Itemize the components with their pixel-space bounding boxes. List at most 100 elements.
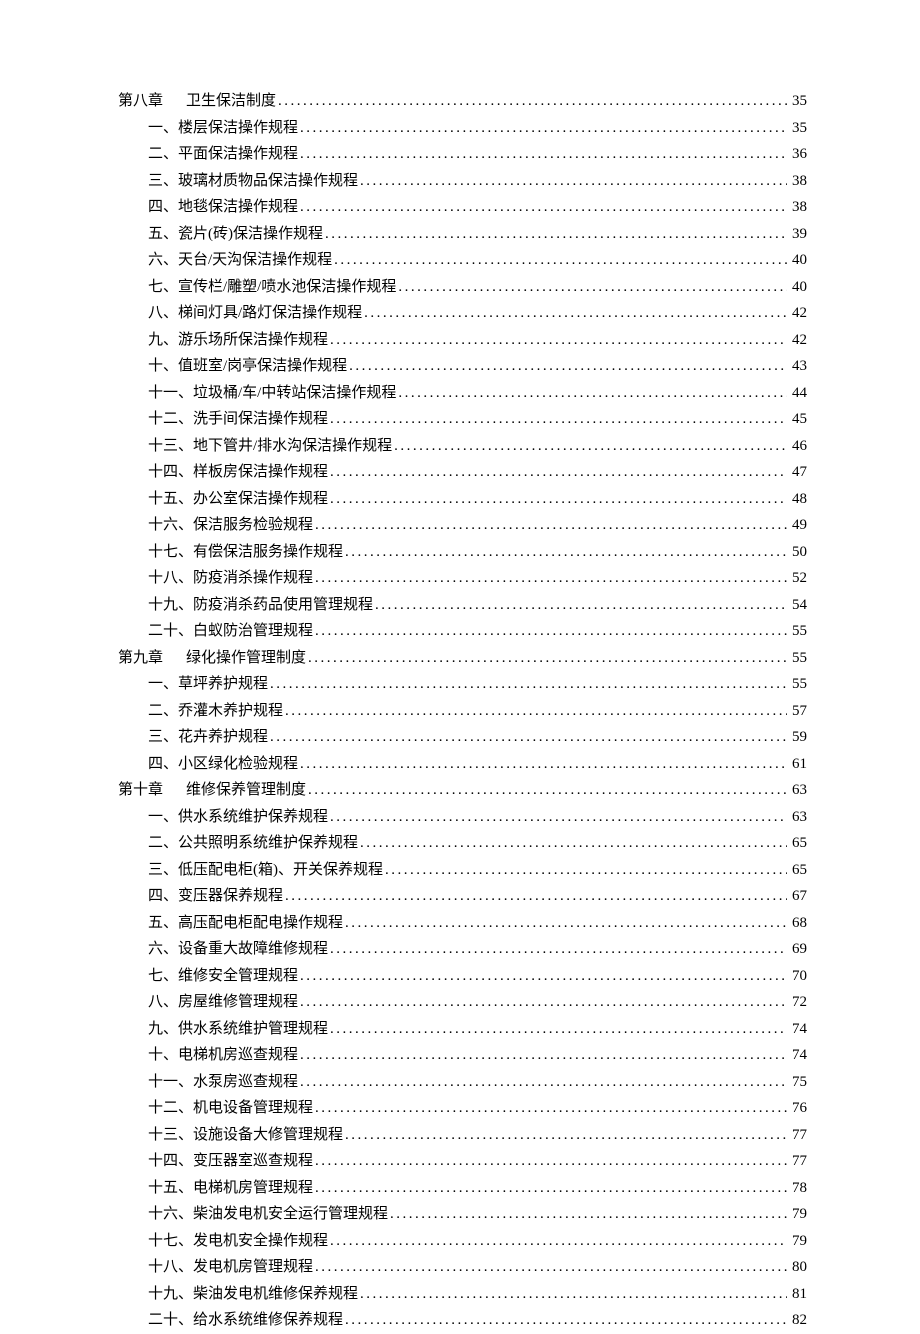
toc-entry-text: 六、天台/天沟保洁操作规程	[148, 247, 332, 274]
page-number: 48	[787, 486, 807, 513]
toc-entry-text: 十、值班室/岗亭保洁操作规程	[148, 353, 347, 380]
toc-sub-entry: 十七、有偿保洁服务操作规程50	[118, 539, 807, 566]
page-number: 46	[787, 433, 807, 460]
leader-dots	[343, 539, 787, 566]
page-number: 65	[787, 857, 807, 884]
leader-dots	[343, 1307, 787, 1334]
toc-entry-text: 十四、变压器室巡查规程	[148, 1148, 313, 1175]
toc-chapter-text: 第九章绿化操作管理制度	[118, 645, 306, 672]
toc-chapter-text: 第八章卫生保洁制度	[118, 88, 276, 115]
toc-sub-entry: 一、草坪养护规程55	[118, 671, 807, 698]
toc-entry-text: 十七、发电机安全操作规程	[148, 1228, 328, 1255]
leader-dots	[347, 353, 787, 380]
toc-chapter-entry: 第九章绿化操作管理制度55	[118, 645, 807, 672]
toc-sub-entry: 九、供水系统维护管理规程74	[118, 1016, 807, 1043]
toc-sub-entry: 一、供水系统维护保养规程 63	[118, 804, 807, 831]
leader-dots	[298, 751, 787, 778]
page-number: 42	[787, 300, 807, 327]
toc-sub-entry: 八、梯间灯具/路灯保洁操作规程42	[118, 300, 807, 327]
leader-dots	[283, 883, 787, 910]
toc-sub-entry: 二十、白蚁防治管理规程55	[118, 618, 807, 645]
chapter-title: 绿化操作管理制度	[186, 650, 306, 666]
toc-entry-text: 十六、柴油发电机安全运行管理规程	[148, 1201, 388, 1228]
toc-sub-entry: 十一、垃圾桶/车/中转站保洁操作规程44	[118, 380, 807, 407]
toc-sub-entry: 六、设备重大故障维修规程69	[118, 936, 807, 963]
toc-sub-entry: 十七、发电机安全操作规程79	[118, 1228, 807, 1255]
page-number: 61	[787, 751, 807, 778]
page-number: 67	[787, 883, 807, 910]
leader-dots	[268, 724, 787, 751]
toc-sub-entry: 十九、防疫消杀药品使用管理规程54	[118, 592, 807, 619]
leader-dots	[306, 645, 787, 672]
toc-entry-text: 一、楼层保洁操作规程	[148, 115, 298, 142]
leader-dots	[306, 777, 787, 804]
leader-dots	[298, 141, 787, 168]
leader-dots	[313, 565, 787, 592]
leader-dots	[298, 1069, 787, 1096]
toc-entry-text: 二十、白蚁防治管理规程	[148, 618, 313, 645]
toc-sub-entry: 十四、样板房保洁操作规程 47	[118, 459, 807, 486]
page-number: 35	[787, 115, 807, 142]
page-number: 77	[787, 1148, 807, 1175]
page-number: 63	[787, 804, 807, 831]
toc-entry-text: 十八、防疫消杀操作规程	[148, 565, 313, 592]
toc-entry-text: 六、设备重大故障维修规程	[148, 936, 328, 963]
page-number: 45	[787, 406, 807, 433]
leader-dots	[283, 698, 787, 725]
page-number: 55	[787, 671, 807, 698]
page-number: 36	[787, 141, 807, 168]
toc-entry-text: 四、变压器保养规程	[148, 883, 283, 910]
toc-entry-text: 十八、发电机房管理规程	[148, 1254, 313, 1281]
toc-entry-text: 十三、地下管井/排水沟保洁操作规程	[148, 433, 392, 460]
toc-sub-entry: 十、值班室/岗亭保洁操作规程 43	[118, 353, 807, 380]
toc-sub-entry: 十、电梯机房巡查规程74	[118, 1042, 807, 1069]
toc-sub-entry: 二、乔灌木养护规程57	[118, 698, 807, 725]
leader-dots	[313, 1095, 787, 1122]
toc-entry-text: 三、花卉养护规程	[148, 724, 268, 751]
toc-sub-entry: 十三、地下管井/排水沟保洁操作规程 46	[118, 433, 807, 460]
toc-entry-text: 五、瓷片(砖)保洁操作规程	[148, 221, 323, 248]
toc-entry-text: 四、地毯保洁操作规程	[148, 194, 298, 221]
leader-dots	[388, 1201, 787, 1228]
page-number: 80	[787, 1254, 807, 1281]
chapter-title: 维修保养管理制度	[186, 782, 306, 798]
toc-sub-entry: 十五、电梯机房管理规程78	[118, 1175, 807, 1202]
toc-sub-entry: 四、变压器保养规程 67	[118, 883, 807, 910]
toc-sub-entry: 二十、给水系统维修保养规程82	[118, 1307, 807, 1334]
leader-dots	[343, 910, 787, 937]
leader-dots	[362, 300, 787, 327]
table-of-contents: 第八章卫生保洁制度35一、楼层保洁操作规程35二、平面保洁操作规程36三、玻璃材…	[118, 88, 807, 1334]
toc-entry-text: 十四、样板房保洁操作规程	[148, 459, 328, 486]
toc-sub-entry: 十六、柴油发电机安全运行管理规程79	[118, 1201, 807, 1228]
page-number: 68	[787, 910, 807, 937]
toc-entry-text: 一、供水系统维护保养规程	[148, 804, 328, 831]
toc-sub-entry: 二、平面保洁操作规程36	[118, 141, 807, 168]
page-number: 43	[787, 353, 807, 380]
leader-dots	[396, 380, 787, 407]
page-number: 39	[787, 221, 807, 248]
leader-dots	[313, 1254, 787, 1281]
leader-dots	[298, 963, 787, 990]
leader-dots	[323, 221, 787, 248]
toc-entry-text: 三、低压配电柜(箱)、开关保养规程	[148, 857, 383, 884]
toc-entry-text: 十二、洗手间保洁操作规程	[148, 406, 328, 433]
leader-dots	[343, 1122, 787, 1149]
page-number: 65	[787, 830, 807, 857]
page-number: 63	[787, 777, 807, 804]
toc-entry-text: 九、供水系统维护管理规程	[148, 1016, 328, 1043]
chapter-label: 第九章	[118, 645, 178, 672]
leader-dots	[328, 804, 787, 831]
chapter-title: 卫生保洁制度	[186, 93, 276, 109]
page-number: 47	[787, 459, 807, 486]
toc-sub-entry: 十八、发电机房管理规程 80	[118, 1254, 807, 1281]
toc-sub-entry: 十九、柴油发电机维修保养规程81	[118, 1281, 807, 1308]
page-number: 54	[787, 592, 807, 619]
page-number: 81	[787, 1281, 807, 1308]
leader-dots	[313, 1175, 787, 1202]
toc-sub-entry: 九、游乐场所保洁操作规程42	[118, 327, 807, 354]
toc-entry-text: 十三、设施设备大修管理规程	[148, 1122, 343, 1149]
leader-dots	[328, 459, 787, 486]
page-number: 44	[787, 380, 807, 407]
leader-dots	[298, 115, 787, 142]
leader-dots	[373, 592, 787, 619]
